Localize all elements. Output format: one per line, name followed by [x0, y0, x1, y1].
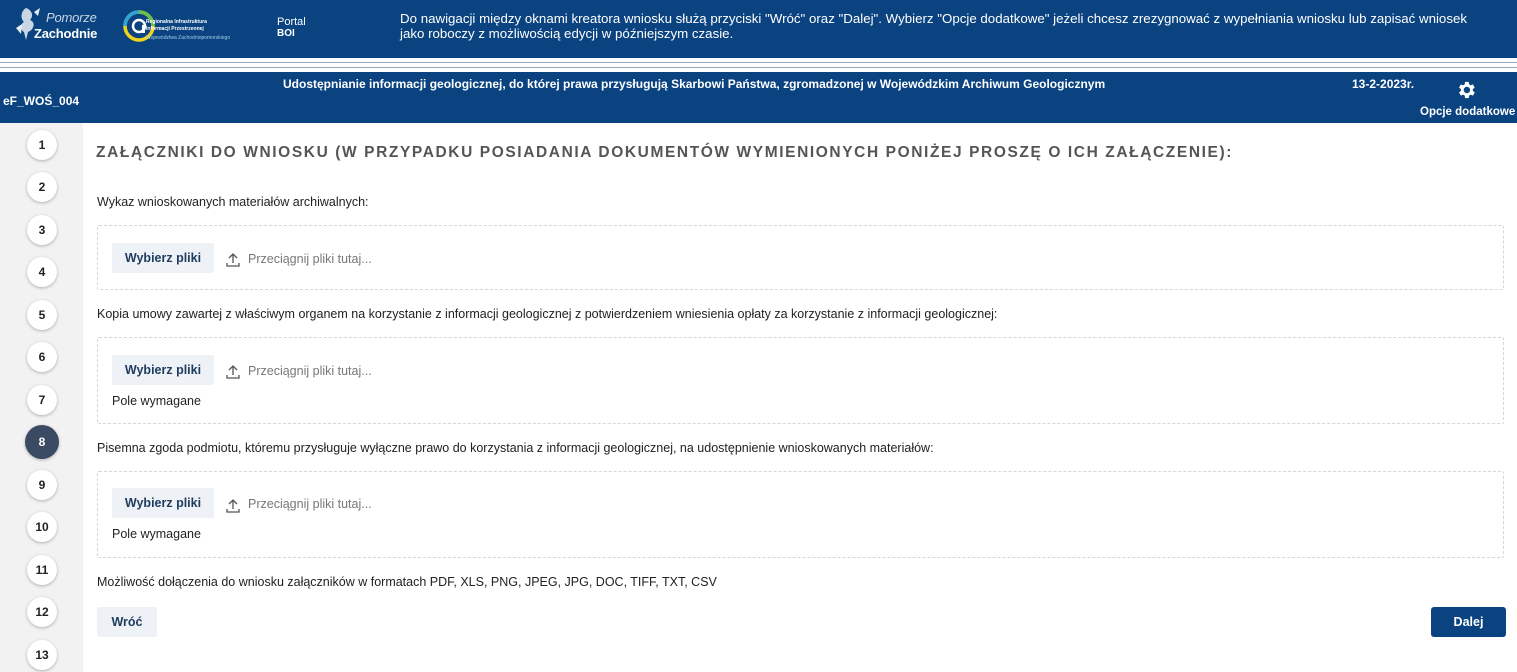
- upload-icon: [226, 499, 240, 513]
- form-title-bar: eF_WOŚ_004 Udostępnianie informacji geol…: [0, 72, 1517, 123]
- file-dropzone-agreement-copy[interactable]: Wybierz pliki Przeciągnij pliki tutaj...…: [97, 337, 1504, 424]
- allowed-formats-note: Możliwość dołączenia do wniosku załączni…: [97, 575, 717, 589]
- step-number: 3: [38, 223, 46, 237]
- step-4[interactable]: 4: [27, 257, 57, 287]
- step-number: 1: [38, 138, 46, 152]
- form-title: Udostępnianie informacji geologicznej, d…: [283, 77, 1106, 91]
- next-button[interactable]: Dalej: [1431, 607, 1506, 637]
- step-3[interactable]: 3: [27, 215, 57, 245]
- step-number: 5: [38, 308, 46, 322]
- logo-line-2: Zachodnie: [34, 26, 98, 41]
- step-13[interactable]: 13: [27, 640, 57, 670]
- step-number: 6: [38, 350, 46, 364]
- field-label-archival-list: Wykaz wnioskowanych materiałów archiwaln…: [97, 195, 369, 209]
- step-number: 7: [38, 393, 46, 407]
- step-number: 9: [38, 478, 46, 492]
- navigation-info-text: Do nawigacji między oknami kreatora wnio…: [400, 11, 1468, 41]
- portal-label: Portal: [277, 16, 306, 28]
- required-field-message: Pole wymagane: [112, 527, 201, 541]
- step-number: 4: [38, 265, 46, 279]
- riip-text-1: Regionalna Infrastruktura: [146, 19, 207, 25]
- divider: [0, 67, 1517, 68]
- step-10[interactable]: 10: [27, 512, 57, 542]
- field-label-agreement-copy: Kopia umowy zawartej z właściwym organem…: [97, 307, 998, 321]
- step-1[interactable]: 1: [27, 130, 57, 160]
- portal-link[interactable]: Portal BOI: [277, 16, 306, 40]
- riip-logo[interactable]: Regionalna Infrastruktura Informacji Prz…: [122, 9, 252, 45]
- riip-text-3: Województwa Zachodniopomorskiego: [146, 35, 231, 41]
- choose-files-button[interactable]: Wybierz pliki: [112, 488, 214, 518]
- required-field-message: Pole wymagane: [112, 394, 201, 408]
- drop-hint: Przeciągnij pliki tutaj...: [248, 497, 372, 511]
- field-label-written-consent: Pisemna zgoda podmiotu, któremu przysług…: [97, 441, 934, 455]
- logo-line-1: Pomorze: [46, 10, 97, 25]
- additional-options-label: Opcje dodatkowe: [1420, 106, 1516, 118]
- gear-icon: [1459, 81, 1475, 99]
- choose-files-button[interactable]: Wybierz pliki: [112, 243, 214, 273]
- step-9[interactable]: 9: [27, 470, 57, 500]
- step-number: 8: [38, 435, 46, 449]
- file-dropzone-written-consent[interactable]: Wybierz pliki Przeciągnij pliki tutaj...…: [97, 471, 1504, 558]
- choose-files-button[interactable]: Wybierz pliki: [112, 355, 214, 385]
- step-5[interactable]: 5: [27, 300, 57, 330]
- drop-hint: Przeciągnij pliki tutaj...: [248, 364, 372, 378]
- divider: [0, 62, 1517, 63]
- step-2[interactable]: 2: [27, 172, 57, 202]
- page-title: ZAŁĄCZNIKI DO WNIOSKU (W PRZYPADKU POSIA…: [96, 144, 1233, 161]
- upload-icon: [226, 253, 240, 267]
- top-banner: Pomorze Zachodnie Regionalna Infrastrukt…: [0, 0, 1517, 58]
- step-number: 2: [38, 180, 46, 194]
- additional-options-button[interactable]: Opcje dodatkowe: [1414, 78, 1517, 122]
- step-6[interactable]: 6: [27, 342, 57, 372]
- drop-hint: Przeciągnij pliki tutaj...: [248, 252, 372, 266]
- portal-name: BOI: [277, 28, 295, 39]
- form-date: 13-2-2023r.: [1352, 77, 1415, 91]
- back-button[interactable]: Wróć: [97, 607, 157, 637]
- riip-text-2: Informacji Przestrzennej: [146, 26, 204, 32]
- step-number: 12: [35, 605, 49, 619]
- step-number: 13: [35, 648, 49, 662]
- step-number: 11: [35, 563, 49, 577]
- step-11[interactable]: 11: [27, 555, 57, 585]
- step-8-active[interactable]: 8: [25, 425, 59, 459]
- upload-icon: [226, 365, 240, 379]
- pomorze-zachodnie-logo[interactable]: Pomorze Zachodnie: [12, 6, 102, 46]
- step-12[interactable]: 12: [27, 597, 57, 627]
- step-7[interactable]: 7: [27, 385, 57, 415]
- file-dropzone-archival-list[interactable]: Wybierz pliki Przeciągnij pliki tutaj...: [97, 225, 1504, 290]
- form-code: eF_WOŚ_004: [3, 94, 80, 108]
- step-number: 10: [35, 520, 49, 534]
